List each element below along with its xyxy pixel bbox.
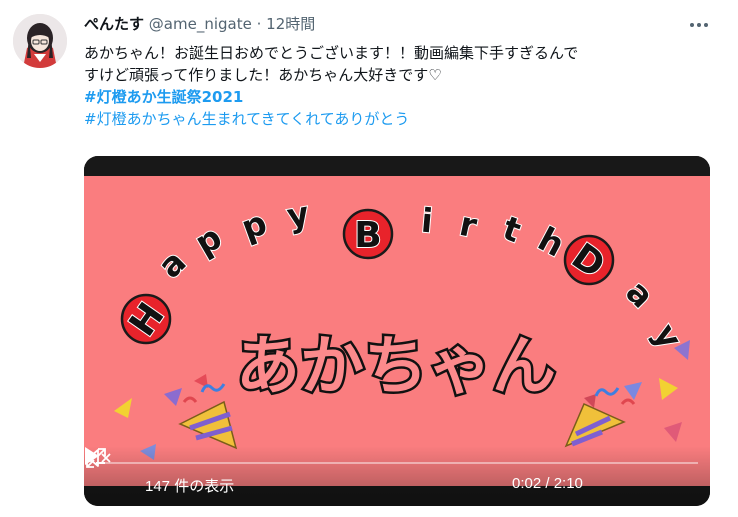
user-handle[interactable]: @ame_nigate (149, 15, 252, 33)
tweet-header: ぺんたす @ame_nigate · 12時間 (84, 14, 315, 34)
video-subtitle: あかちゃん (236, 330, 556, 404)
hashtag-link[interactable]: #灯橙あか生誕祭2021 (84, 86, 714, 108)
display-name[interactable]: ぺんたす (84, 15, 144, 33)
title-letter-circle: B (342, 208, 394, 260)
tweet-text-line: あかちゃん！お誕生日おめでとうございます！！動画編集下手すぎるんで (84, 44, 579, 62)
timestamp[interactable]: 12時間 (266, 15, 315, 33)
more-options-button[interactable] (682, 12, 716, 38)
fullscreen-icon[interactable] (84, 446, 108, 470)
tweet-text: あかちゃん！お誕生日おめでとうございます！！動画編集下手すぎるんで すけど頑張っ… (84, 42, 714, 130)
separator-dot: · (256, 15, 262, 33)
title-letter: B (354, 215, 381, 256)
hashtag-link[interactable]: #灯橙あかちゃん生まれてきてくれてありがとう (84, 108, 714, 130)
view-count: 147 件の表示 (145, 478, 235, 495)
avatar[interactable] (13, 14, 67, 68)
video-player[interactable]: H a p p y B i r t h D a y あかちゃん 147 件の表示… (84, 156, 710, 506)
avatar-image (13, 14, 67, 68)
more-horizontal-icon (690, 23, 708, 27)
progress-bar[interactable] (96, 462, 698, 464)
time-display: 0:02 / 2:10 (512, 475, 583, 492)
video-controls: 147 件の表示 0:02 / 2:10 (84, 446, 710, 506)
tweet-text-line: すけど頑張って作りました！あかちゃん大好きです♡ (84, 66, 442, 84)
